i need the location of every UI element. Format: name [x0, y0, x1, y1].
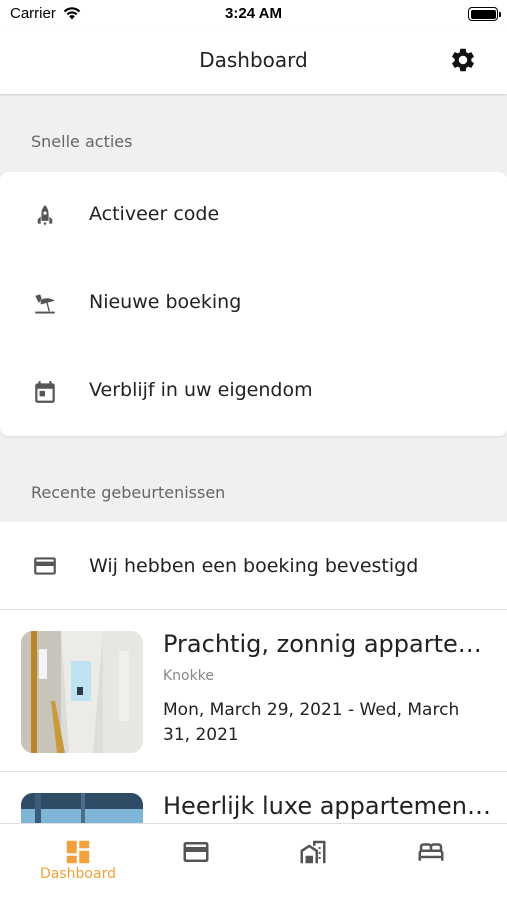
status-time: 3:24 AM — [225, 5, 282, 22]
tab-properties[interactable] — [250, 824, 376, 900]
quick-actions-card: Activeer code Nieuwe boeking Verblijf in… — [0, 172, 507, 436]
property-photo — [21, 631, 143, 753]
booking-card[interactable]: Prachtig, zonnig apparte… Knokke Mon, Ma… — [0, 610, 507, 772]
buildings-icon — [300, 840, 326, 864]
event-label: Wij hebben een boeking bevestigd — [89, 555, 419, 577]
booking-dates: Mon, March 29, 2021 - Wed, March 31, 202… — [163, 700, 460, 745]
tab-bookings[interactable] — [368, 824, 494, 900]
dashboard-icon — [66, 840, 90, 864]
calendar-icon — [35, 381, 55, 403]
tab-payments[interactable] — [133, 824, 259, 900]
booking-title: Prachtig, zonnig apparte… — [163, 630, 482, 658]
booking-city: Knokke — [163, 668, 214, 684]
recent-events-header: Recente gebeurtenissen — [31, 483, 226, 502]
bed-icon — [418, 843, 444, 861]
beach-umbrella-icon — [35, 294, 55, 314]
tab-label: Dashboard — [40, 866, 116, 882]
battery-icon — [468, 7, 501, 21]
action-label: Nieuwe boeking — [89, 291, 242, 313]
credit-card-icon — [183, 842, 209, 862]
gear-icon[interactable] — [449, 46, 477, 74]
booking-title: Heerlijk luxe appartemen… — [163, 792, 491, 820]
quick-actions-header: Snelle acties — [31, 132, 133, 151]
navigation-bar: Dashboard — [0, 30, 507, 94]
page-title: Dashboard — [199, 48, 308, 72]
credit-card-icon — [34, 557, 56, 575]
status-bar: Carrier 3:24 AM — [0, 0, 507, 30]
action-label: Activeer code — [89, 203, 220, 225]
rocket-icon — [37, 205, 53, 226]
action-new-booking[interactable]: Nieuwe boeking — [0, 260, 507, 348]
action-label: Verblijf in uw eigendom — [89, 379, 313, 401]
event-booking-confirmed[interactable]: Wij hebben een boeking bevestigd — [0, 522, 507, 610]
action-stay-in-property[interactable]: Verblijf in uw eigendom — [0, 348, 507, 436]
action-activate-code[interactable]: Activeer code — [0, 172, 507, 260]
recent-events-card: Wij hebben een boeking bevestigd Prachti… — [0, 522, 507, 900]
tab-bar: Dashboard — [0, 823, 507, 900]
tab-dashboard[interactable]: Dashboard — [15, 824, 141, 900]
